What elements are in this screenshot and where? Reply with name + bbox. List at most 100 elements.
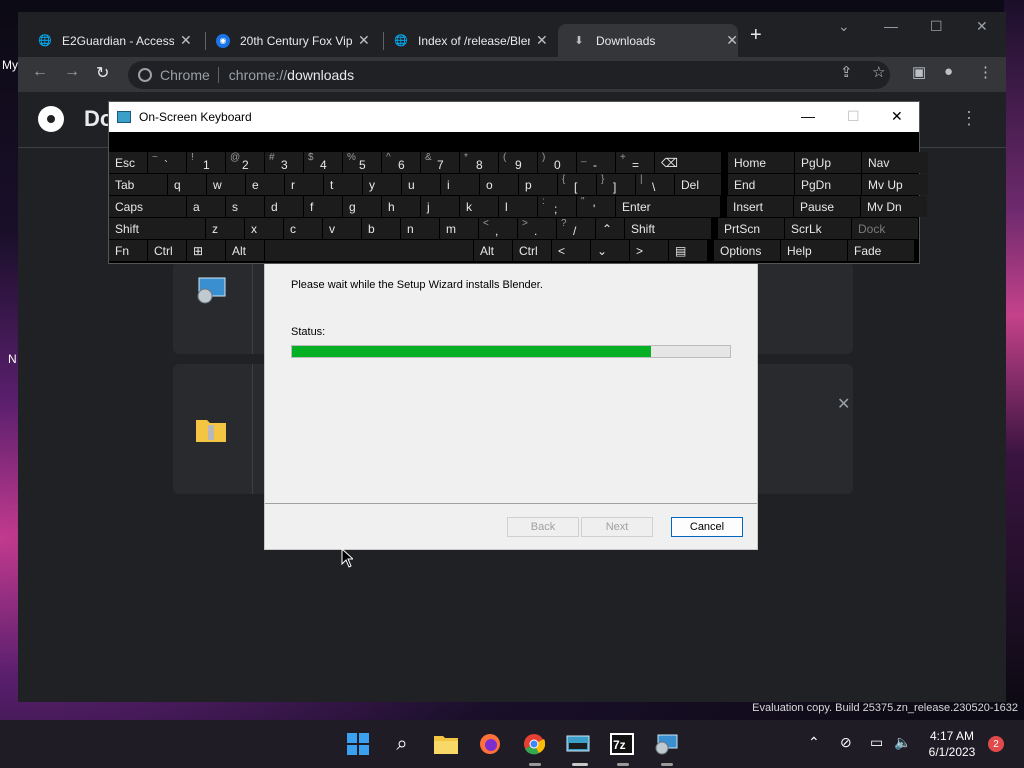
osk-key[interactable]: u [402, 174, 440, 195]
installer-taskbar-icon[interactable] [654, 732, 678, 756]
osk-key[interactable]: ! 1 [187, 152, 225, 173]
osk-key[interactable]: * 8 [460, 152, 498, 173]
osk-key[interactable]: ⊞ [187, 240, 225, 261]
osk-key[interactable]: f [304, 196, 342, 217]
7zip-icon[interactable]: 7z [610, 732, 634, 756]
osk-key[interactable]: o [480, 174, 518, 195]
close-window-button[interactable]: ✕ [976, 18, 988, 35]
osk-key[interactable]: Mv Up [862, 174, 928, 195]
osk-key[interactable]: c [284, 218, 322, 239]
tab-downloads[interactable]: ⬇ Downloads ✕ [558, 24, 738, 57]
osk-key[interactable]: j [421, 196, 459, 217]
osk-key[interactable]: y [363, 174, 401, 195]
tab-fox[interactable]: ◉ 20th Century Fox Vip ✕ [216, 24, 370, 57]
cancel-button[interactable]: Cancel [671, 517, 743, 537]
reload-icon[interactable]: ↻ [96, 63, 109, 83]
osk-key[interactable]: " ' [577, 196, 615, 217]
osk-key[interactable]: b [362, 218, 400, 239]
display-icon[interactable]: ▭ [870, 734, 883, 751]
next-button[interactable]: Next [581, 517, 653, 537]
start-windows-icon[interactable] [346, 732, 370, 756]
osk-key[interactable]: #3 [265, 152, 303, 173]
osk-key[interactable]: ⌃ [596, 218, 624, 239]
osk-key[interactable]: <, [479, 218, 517, 239]
close-icon[interactable]: ✕ [358, 32, 370, 49]
osk-key[interactable]: l [499, 196, 537, 217]
close-button[interactable]: ✕ [891, 108, 903, 125]
minimize-button[interactable]: — [801, 108, 815, 124]
file-explorer-icon[interactable] [434, 732, 458, 756]
taskbar-clock[interactable]: 4:17 AM 6/1/2023 [920, 728, 984, 760]
osk-taskbar-icon[interactable] [566, 732, 590, 756]
share-icon[interactable]: ⇪ [840, 63, 853, 81]
osk-key[interactable]: e [246, 174, 284, 195]
chevron-up-icon[interactable]: ⌃ [808, 734, 820, 751]
tab-index-release[interactable]: 🌐 Index of /release/Bler ✕ [394, 24, 548, 57]
osk-key[interactable]: a [187, 196, 225, 217]
osk-key[interactable]: Ctrl [513, 240, 551, 261]
osk-key[interactable]: Enter [616, 196, 720, 217]
bookmark-star-icon[interactable]: ☆ [872, 63, 885, 81]
maximize-button[interactable]: ☐ [930, 18, 943, 35]
back-arrow-icon[interactable]: ← [32, 63, 48, 81]
osk-key[interactable]: i [441, 174, 479, 195]
osk-key[interactable]: < [552, 240, 590, 261]
osk-key[interactable]: Tab [109, 174, 167, 195]
osk-key[interactable]: z [206, 218, 244, 239]
desktop-icon-label-n[interactable]: N [8, 352, 17, 366]
osk-key[interactable]: Help [781, 240, 847, 261]
osk-key[interactable]: | \ [636, 174, 674, 195]
osk-key[interactable]: p [519, 174, 557, 195]
minimize-button[interactable]: — [884, 18, 898, 34]
osk-key[interactable] [265, 240, 473, 261]
osk-key[interactable]: t [324, 174, 362, 195]
osk-key[interactable]: End [728, 174, 794, 195]
tab-search-icon[interactable]: ⌄ [838, 18, 850, 35]
osk-key[interactable]: Home [728, 152, 794, 173]
close-icon[interactable]: ✕ [536, 32, 548, 49]
osk-key[interactable]: Caps [109, 196, 186, 217]
osk-key[interactable]: :; [538, 196, 576, 217]
osk-key[interactable]: _ - [577, 152, 615, 173]
osk-key[interactable]: d [265, 196, 303, 217]
osk-key[interactable]: Esc [109, 152, 147, 173]
osk-key[interactable]: Del [675, 174, 721, 195]
osk-key[interactable]: ? / [557, 218, 595, 239]
osk-key[interactable]: PgDn [795, 174, 861, 195]
osk-key[interactable]: $4 [304, 152, 342, 173]
osk-key[interactable]: >. [518, 218, 556, 239]
side-panel-icon[interactable]: ▣ [912, 63, 926, 81]
back-button[interactable]: Back [507, 517, 579, 537]
new-tab-button[interactable]: + [750, 24, 762, 47]
osk-key[interactable]: Fade [848, 240, 914, 261]
osk-key[interactable]: m [440, 218, 478, 239]
remove-download-icon[interactable]: ✕ [837, 394, 850, 414]
osk-key[interactable]: }] [597, 174, 635, 195]
volume-icon[interactable]: 🔈 [894, 734, 911, 751]
osk-key[interactable]: ~ ` [148, 152, 186, 173]
osk-key[interactable]: + = [616, 152, 654, 173]
osk-key[interactable]: k [460, 196, 498, 217]
address-bar[interactable]: Chrome chrome:// downloads [128, 61, 890, 89]
osk-key[interactable]: x [245, 218, 283, 239]
osk-key[interactable]: h [382, 196, 420, 217]
profile-icon[interactable]: ● [944, 63, 953, 80]
osk-key[interactable]: s [226, 196, 264, 217]
osk-key[interactable]: Insert [727, 196, 793, 217]
osk-key[interactable]: Pause [794, 196, 860, 217]
osk-key[interactable]: ▤ [669, 240, 707, 261]
osk-title-bar[interactable]: On-Screen Keyboard — ☐ ✕ [109, 102, 919, 132]
osk-key[interactable]: ^ 6 [382, 152, 420, 173]
osk-key[interactable]: Fn [109, 240, 147, 261]
osk-key[interactable]: PrtScn [718, 218, 784, 239]
osk-key[interactable]: ) 0 [538, 152, 576, 173]
osk-key[interactable]: v [323, 218, 361, 239]
osk-key[interactable]: ⌄ [591, 240, 629, 261]
osk-key[interactable]: g [343, 196, 381, 217]
chrome-taskbar-icon[interactable] [522, 732, 546, 756]
osk-key[interactable]: Nav [862, 152, 928, 173]
osk-key[interactable]: r [285, 174, 323, 195]
osk-key[interactable]: & 7 [421, 152, 459, 173]
osk-key[interactable]: % 5 [343, 152, 381, 173]
close-icon[interactable]: ✕ [180, 32, 192, 49]
